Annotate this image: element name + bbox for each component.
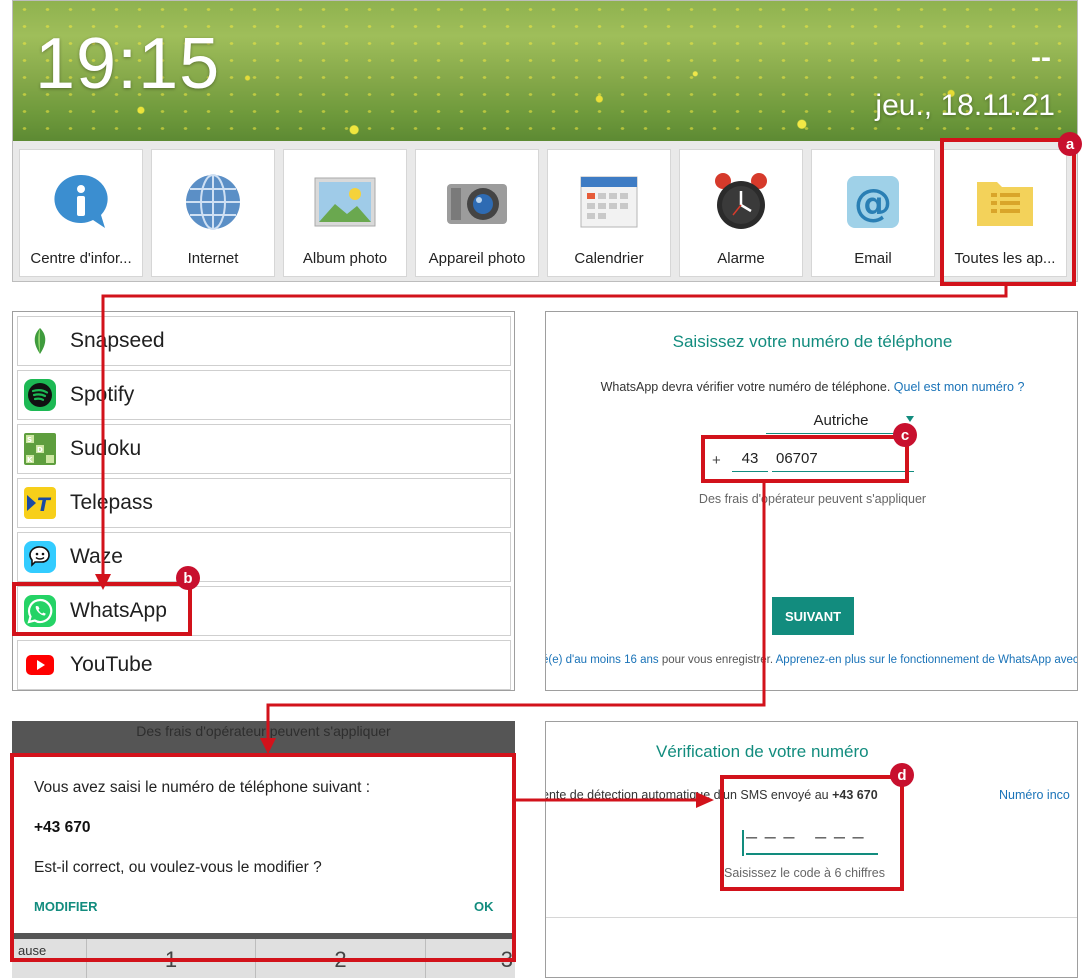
- app-label: Snapseed: [70, 329, 165, 352]
- annotation-badge-b: b: [176, 566, 200, 590]
- app-label: Spotify: [70, 383, 135, 406]
- alarm-clock-icon: [709, 170, 773, 234]
- tile-label: Appareil photo: [428, 250, 526, 267]
- status-dash: --: [1031, 41, 1051, 74]
- highlight-phone-number: [701, 435, 909, 483]
- background-carrier-note: Des frais d'opérateur peuvent s'applique…: [136, 723, 391, 739]
- sudoku-icon: SDK: [24, 433, 56, 465]
- app-label: YouTube: [70, 653, 153, 676]
- app-row-telepass[interactable]: T Telepass: [17, 478, 511, 528]
- tile-calendar[interactable]: Calendrier: [547, 149, 671, 277]
- clock-time: 19:15: [35, 24, 221, 104]
- learn-more-link[interactable]: Apprenez-en plus sur le fonctionnement d…: [776, 654, 1077, 666]
- what-is-my-number-link[interactable]: Quel est mon numéro ?: [894, 380, 1025, 394]
- wrong-number-link[interactable]: Numéro inco: [999, 788, 1070, 802]
- tile-label: Internet: [187, 250, 239, 267]
- tile-alarm[interactable]: Alarme: [679, 149, 803, 277]
- tile-internet[interactable]: Internet: [151, 149, 275, 277]
- description-text: WhatsApp devra vérifier votre numéro de …: [600, 380, 891, 394]
- tile-email[interactable]: @ Email: [811, 149, 935, 277]
- svg-text:@: @: [854, 181, 892, 225]
- app-row-youtube[interactable]: YouTube: [17, 640, 511, 690]
- camera-icon: [445, 170, 509, 234]
- carrier-note: Des frais d'opérateur peuvent s'applique…: [698, 492, 927, 506]
- divider: [546, 917, 1077, 918]
- photo-album-icon: [313, 170, 377, 234]
- tile-info-center[interactable]: Centre d'infor...: [19, 149, 143, 277]
- tile-label: Centre d'infor...: [30, 250, 132, 267]
- next-button[interactable]: SUIVANT: [772, 597, 854, 635]
- tile-photo-album[interactable]: Album photo: [283, 149, 407, 277]
- spotify-icon: [24, 379, 56, 411]
- telepass-icon: T: [24, 487, 56, 519]
- app-row-sudoku[interactable]: SDK Sudoku: [17, 424, 511, 474]
- youtube-icon: [24, 649, 56, 681]
- tile-label: Calendrier: [574, 250, 644, 267]
- waze-icon: [24, 541, 56, 573]
- annotation-badge-d: d: [890, 763, 914, 787]
- svg-text:D: D: [37, 446, 43, 454]
- tile-camera[interactable]: Appareil photo: [415, 149, 539, 277]
- app-row-spotify[interactable]: Spotify: [17, 370, 511, 420]
- app-label: Waze: [70, 545, 123, 568]
- tile-label: Alarme: [717, 250, 765, 267]
- calendar-icon: [577, 170, 641, 234]
- launcher-screen: 19:15 -- jeu., 18.11.21 Centre d'infor..…: [12, 0, 1078, 282]
- svg-text:K: K: [27, 456, 33, 464]
- dropdown-arrow-icon: [906, 416, 914, 422]
- annotation-badge-c: c: [893, 423, 917, 447]
- clock-date: jeu., 18.11.21: [875, 89, 1055, 122]
- footer-terms: é(e) d'au moins 16 ans pour vous enregis…: [546, 654, 1077, 666]
- annotation-badge-a: a: [1058, 132, 1082, 156]
- tile-label: Email: [854, 250, 892, 267]
- app-row-waze[interactable]: Waze: [17, 532, 511, 582]
- globe-icon: [181, 170, 245, 234]
- app-label: Telepass: [70, 491, 153, 514]
- app-row-snapseed[interactable]: Snapseed: [17, 316, 511, 366]
- snapseed-icon: [24, 325, 56, 357]
- description-line: WhatsApp devra vérifier votre numéro de …: [546, 380, 1077, 394]
- app-label: Sudoku: [70, 437, 142, 460]
- email-icon: @: [841, 170, 905, 234]
- tile-label: Album photo: [302, 250, 388, 267]
- page-title: Saisissez votre numéro de téléphone: [672, 332, 953, 351]
- svg-text:S: S: [27, 436, 32, 444]
- footer-text: pour vous enregistrer.: [661, 654, 774, 666]
- age-link[interactable]: é(e) d'au moins 16 ans: [546, 654, 659, 666]
- highlight-all-apps: [940, 138, 1076, 286]
- country-value: Autriche: [813, 412, 869, 429]
- phone-entry-screen: Saisissez votre numéro de téléphone What…: [545, 311, 1078, 691]
- info-icon: [49, 170, 113, 234]
- highlight-whatsapp: [12, 582, 192, 636]
- highlight-confirm-dialog: [10, 753, 516, 962]
- verification-title: Vérification de votre numéro: [656, 742, 869, 761]
- svg-text:T: T: [37, 494, 52, 515]
- highlight-code-input: [720, 775, 904, 891]
